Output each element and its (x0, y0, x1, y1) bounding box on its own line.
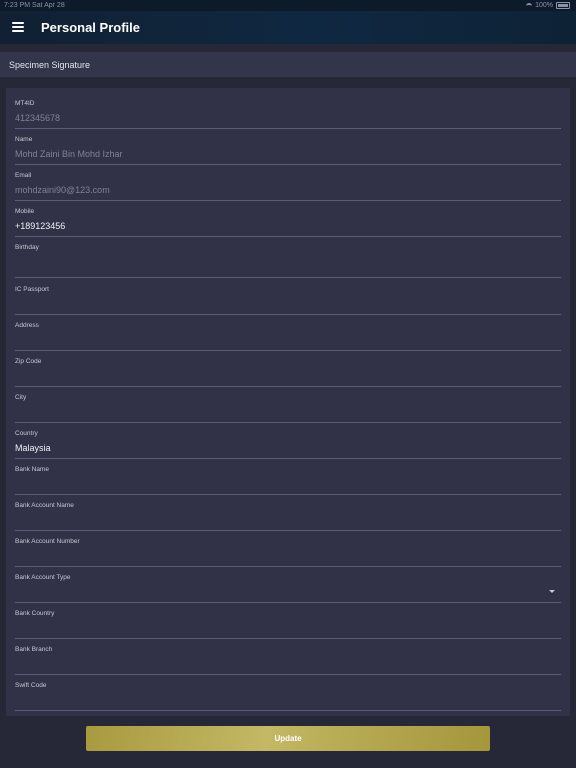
name-field[interactable]: Name Mohd Zaini Bin Mohd Izhar (15, 136, 561, 165)
field-value: mohdzaini90@123.com (15, 185, 110, 195)
country-field[interactable]: Country Malaysia (15, 430, 561, 459)
chevron-down-icon[interactable] (549, 590, 555, 593)
battery-icon (556, 2, 570, 9)
menu-icon[interactable] (12, 22, 24, 32)
mt4id-field[interactable]: MT4ID 412345678 (15, 100, 561, 129)
swift-code-field[interactable]: Swift Code (15, 682, 561, 711)
field-label: Address (15, 322, 39, 329)
city-field[interactable]: City (15, 394, 561, 423)
field-value: Malaysia (15, 443, 51, 453)
bank-branch-field[interactable]: Bank Branch (15, 646, 561, 675)
page-title: Personal Profile (41, 20, 140, 35)
mobile-field[interactable]: Mobile +189123456 (15, 208, 561, 237)
field-label: Zip Code (15, 358, 42, 365)
field-label: Email (15, 172, 32, 179)
field-value: Mohd Zaini Bin Mohd Izhar (15, 149, 123, 159)
field-label: Bank Country (15, 610, 55, 617)
status-bar: 7:23 PM Sat Apr 28 100% (0, 0, 576, 11)
email-field[interactable]: Email mohdzaini90@123.com (15, 172, 561, 201)
field-label: Bank Account Type (15, 574, 71, 581)
field-label: Bank Account Name (15, 502, 74, 509)
update-button[interactable]: Update (86, 726, 490, 751)
battery-percent: 100% (535, 2, 553, 9)
field-label: IC Passport (15, 286, 49, 293)
field-label: City (15, 394, 27, 401)
bank-account-type-select[interactable]: Bank Account Type (15, 574, 561, 603)
bank-account-name-field[interactable]: Bank Account Name (15, 502, 561, 531)
field-label: Bank Account Number (15, 538, 80, 545)
ic-passport-field[interactable]: IC Passport (15, 286, 561, 315)
field-label: Birthday (15, 244, 39, 251)
profile-form: MT4ID 412345678 Name Mohd Zaini Bin Mohd… (6, 88, 570, 716)
status-right: 100% (526, 2, 570, 9)
bank-account-number-field[interactable]: Bank Account Number (15, 538, 561, 567)
zip-code-field[interactable]: Zip Code (15, 358, 561, 387)
bank-country-field[interactable]: Bank Country (15, 610, 561, 639)
status-date: Sat Apr 28 (32, 2, 65, 9)
birthday-field[interactable]: Birthday (15, 244, 561, 278)
field-label: Bank Branch (15, 646, 53, 653)
status-time-date: 7:23 PM Sat Apr 28 (4, 2, 65, 9)
section-header: Specimen Signature (0, 52, 576, 77)
field-value: 412345678 (15, 113, 61, 123)
section-title: Specimen Signature (9, 59, 91, 70)
field-label: Swift Code (15, 682, 47, 689)
status-time: 7:23 PM (4, 2, 31, 9)
field-label: Name (15, 136, 33, 143)
wifi-icon (526, 2, 533, 9)
address-field[interactable]: Address (15, 322, 561, 351)
field-label: Mobile (15, 208, 35, 215)
field-label: Bank Name (15, 466, 49, 473)
field-value: +189123456 (15, 221, 66, 231)
bank-name-field[interactable]: Bank Name (15, 466, 561, 495)
field-label: MT4ID (15, 100, 35, 107)
app-bar: Personal Profile (0, 11, 576, 44)
field-label: Country (15, 430, 38, 437)
